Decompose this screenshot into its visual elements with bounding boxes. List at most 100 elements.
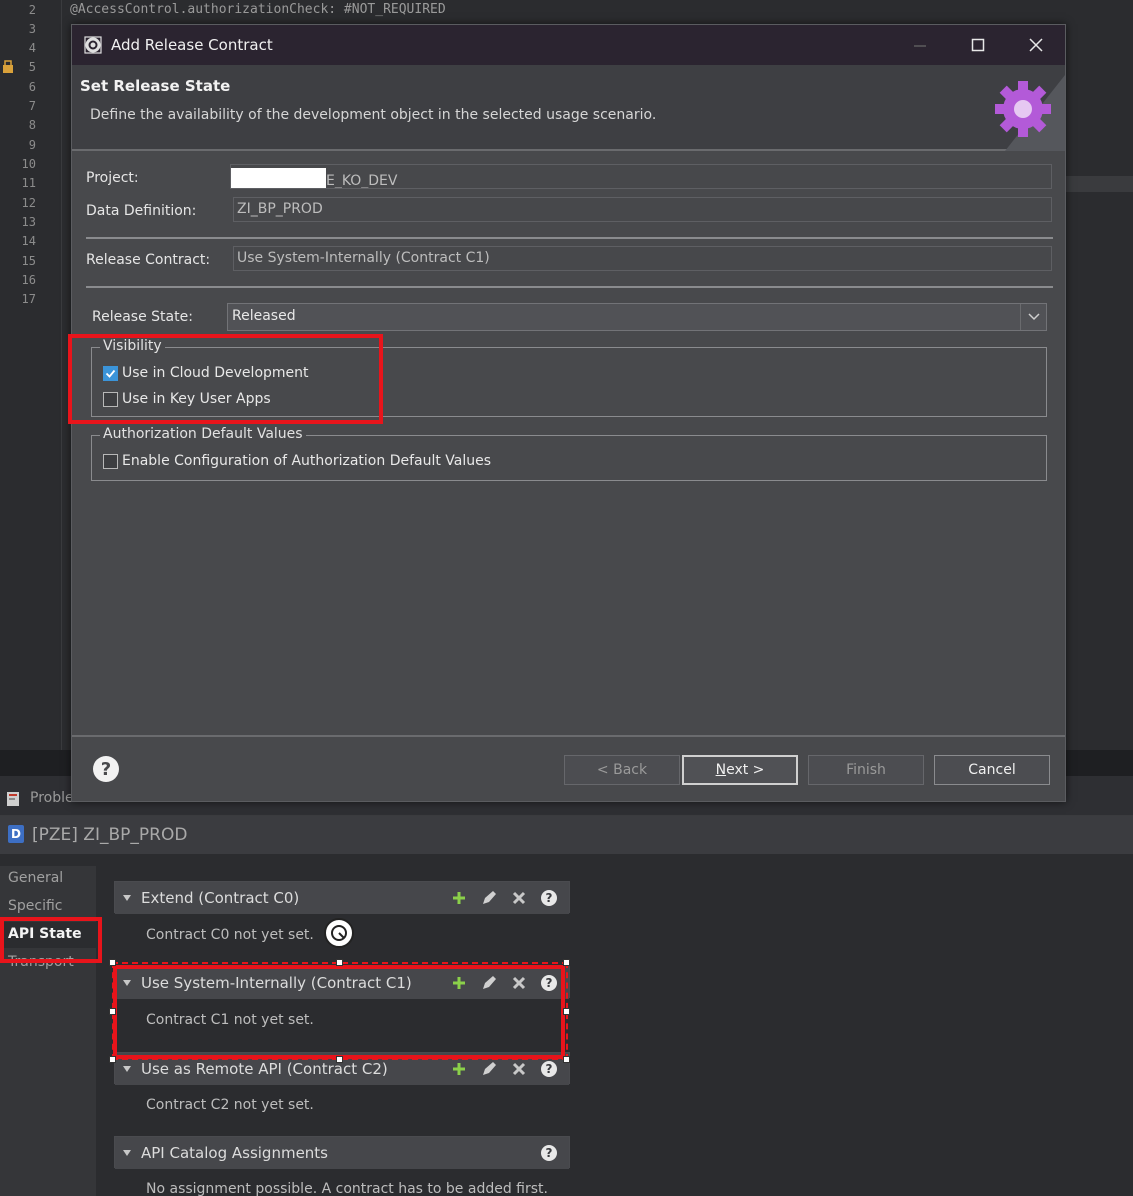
problems-icon <box>7 792 19 806</box>
resize-handle <box>336 1056 343 1063</box>
settings-gear-icon <box>995 75 1065 151</box>
data-definition-label: Data Definition: <box>86 203 197 219</box>
object-title: [PZE] ZI_BP_PROD <box>32 825 188 845</box>
separator <box>86 286 1053 288</box>
data-definition-field: ZI_BP_PROD <box>233 197 1052 222</box>
resize-handle <box>109 1008 116 1015</box>
release-state-value: Released <box>232 308 296 324</box>
collapse-caret-icon[interactable] <box>123 1066 131 1072</box>
help-icon[interactable]: ? <box>539 1059 559 1079</box>
collapse-caret-icon[interactable] <box>123 1150 131 1156</box>
delete-icon[interactable] <box>509 1059 529 1079</box>
code-line[interactable]: @AccessControl.authorizationCheck: #NOT_… <box>70 2 446 17</box>
resize-handle <box>563 1008 570 1015</box>
section-title: Use as Remote API (Contract C2) <box>141 1060 388 1078</box>
tab-problems[interactable]: Proble <box>30 790 74 806</box>
maximize-icon[interactable] <box>949 25 1007 65</box>
resize-handle <box>336 959 343 966</box>
edit-icon[interactable] <box>479 888 499 908</box>
next-mnemonic: N <box>715 762 727 778</box>
ddl-object-icon: D <box>8 825 24 843</box>
svg-text:?: ? <box>546 1146 553 1160</box>
nav-item-general[interactable]: General <box>0 866 96 892</box>
resize-handle <box>563 959 570 966</box>
release-state-dropdown[interactable]: Released <box>227 303 1047 331</box>
project-value: E_KO_DEV <box>326 173 398 189</box>
authorization-legend: Authorization Default Values <box>100 426 306 442</box>
line-number: 9 <box>28 138 36 152</box>
annotation-box-api-state <box>0 917 102 963</box>
footer-separator <box>72 735 1065 737</box>
line-number: 2 <box>28 3 36 17</box>
release-contract-label: Release Contract: <box>86 252 211 268</box>
project-field: E_KO_DEV <box>230 164 1052 189</box>
wizard-page-title: Set Release State <box>80 77 231 95</box>
add-icon[interactable] <box>449 888 469 908</box>
section-title: Extend (Contract C0) <box>141 889 300 907</box>
line-number: 16 <box>21 273 36 287</box>
section-extend-c0: Extend (Contract C0) ? <box>114 881 570 914</box>
help-icon[interactable]: ? <box>539 1143 559 1163</box>
delete-icon[interactable] <box>509 888 529 908</box>
line-number: 12 <box>21 196 36 210</box>
section-header[interactable]: Extend (Contract C0) ? <box>115 882 569 914</box>
next-button[interactable]: Next > <box>682 755 798 785</box>
eclipse-gear-icon <box>82 34 104 56</box>
line-number: 14 <box>21 234 36 248</box>
line-number: 11 <box>21 176 36 190</box>
section-title: API Catalog Assignments <box>141 1144 329 1162</box>
line-number: 17 <box>21 292 36 306</box>
help-icon[interactable]: ? <box>539 888 559 908</box>
lock-marker-icon <box>3 60 13 73</box>
contract-c0-status: Contract C0 not yet set. <box>146 927 314 943</box>
release-state-label: Release State: <box>92 309 193 325</box>
svg-text:?: ? <box>546 1062 553 1076</box>
release-contract-field: Use System-Internally (Contract C1) <box>233 246 1052 271</box>
annotation-box-visibility <box>68 334 383 424</box>
catalog-status: No assignment possible. A contract has t… <box>146 1181 548 1196</box>
resize-handle <box>109 1056 116 1063</box>
cancel-button[interactable]: Cancel <box>934 755 1050 785</box>
resize-handle <box>109 959 116 966</box>
line-number: 7 <box>28 99 36 113</box>
line-number-gutter: 2 3 4 5 6 7 8 9 10 11 12 13 14 15 16 17 <box>0 0 62 760</box>
add-icon[interactable] <box>449 1059 469 1079</box>
chevron-down-icon[interactable] <box>1020 304 1046 330</box>
object-header: D [PZE] ZI_BP_PROD <box>0 816 1133 854</box>
line-number: 6 <box>28 80 36 94</box>
checkbox-unchecked-icon[interactable] <box>103 453 118 469</box>
line-number: 13 <box>21 215 36 229</box>
contract-c2-status: Contract C2 not yet set. <box>146 1097 314 1113</box>
dialog-title: Add Release Contract <box>111 36 273 54</box>
mouse-cursor-icon <box>324 918 354 948</box>
dialog-titlebar[interactable]: Add Release Contract <box>72 25 1065 65</box>
wizard-header: Set Release State Define the availabilit… <box>72 65 1065 151</box>
authorization-defaults-group: Authorization Default Values Enable Conf… <box>91 426 1047 481</box>
line-number: 4 <box>28 41 36 55</box>
next-label: ext > <box>726 762 765 778</box>
svg-text:?: ? <box>546 891 553 905</box>
back-button[interactable]: < Back <box>564 755 680 785</box>
redacted-block <box>231 168 326 188</box>
checkbox-label: Enable Configuration of Authorization De… <box>122 453 492 469</box>
line-number: 10 <box>21 157 36 171</box>
help-icon[interactable]: ? <box>93 756 119 782</box>
editor-scroll-region <box>1065 176 1133 192</box>
enable-auth-defaults-checkbox[interactable]: Enable Configuration of Authorization De… <box>103 453 491 469</box>
resize-handle <box>563 1056 570 1063</box>
annotation-box-c1 <box>113 965 565 1059</box>
separator <box>86 237 1053 239</box>
line-number: 3 <box>28 22 36 36</box>
properties-side-nav: General Specific API State Transport <box>0 866 96 1196</box>
project-label: Project: <box>86 170 139 186</box>
section-header[interactable]: API Catalog Assignments ? <box>115 1137 569 1169</box>
wizard-page-description: Define the availability of the developme… <box>90 107 657 123</box>
edit-icon[interactable] <box>479 1059 499 1079</box>
line-number: 8 <box>28 118 36 132</box>
line-number: 15 <box>21 254 36 268</box>
finish-button[interactable]: Finish <box>808 755 924 785</box>
minimize-icon[interactable] <box>891 25 949 65</box>
collapse-caret-icon[interactable] <box>123 895 131 901</box>
section-api-catalog: API Catalog Assignments ? <box>114 1136 570 1169</box>
close-icon[interactable] <box>1007 25 1065 65</box>
